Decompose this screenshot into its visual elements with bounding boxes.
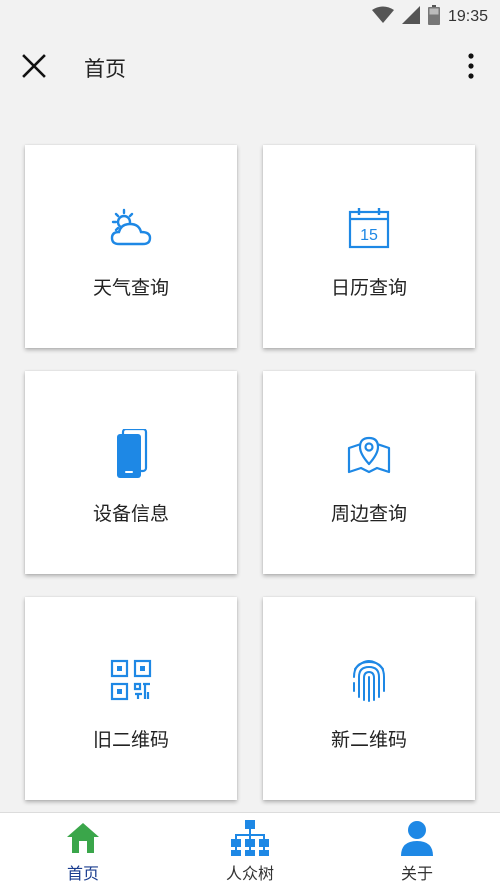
wifi-icon — [371, 6, 394, 28]
close-icon — [22, 54, 46, 82]
close-button[interactable] — [14, 48, 54, 88]
status-time: 19:35 — [447, 8, 488, 25]
card-label: 日历查询 — [330, 277, 407, 299]
more-options-button[interactable] — [458, 48, 484, 88]
user-icon — [334, 819, 500, 857]
card-device-info[interactable]: 设备信息 — [25, 371, 237, 574]
card-label: 周边查询 — [330, 503, 407, 525]
more-vert-icon — [468, 53, 474, 83]
card-nearby[interactable]: 周边查询 — [263, 371, 475, 574]
weather-icon — [25, 203, 237, 253]
card-label: 新二维码 — [330, 729, 407, 751]
calendar-day-text: 15 — [360, 227, 378, 244]
nav-label: 关于 — [400, 864, 433, 883]
bottom-nav: 首页 人众树 关于 — [0, 812, 500, 888]
toolbar: 首页 — [0, 34, 500, 100]
nav-label: 人众树 — [225, 864, 274, 883]
page-title: 首页 — [84, 57, 126, 81]
card-new-qr[interactable]: 新二维码 — [263, 597, 475, 800]
tree-icon — [167, 819, 333, 857]
card-label: 设备信息 — [92, 503, 169, 525]
calendar-icon: 15 — [263, 203, 475, 253]
nav-item-about[interactable]: 关于 — [334, 813, 500, 888]
battery-icon — [427, 5, 440, 29]
signal-icon — [401, 6, 420, 28]
status-icons: 19:35 — [371, 5, 488, 29]
nav-item-home[interactable]: 首页 — [0, 813, 166, 888]
card-label: 天气查询 — [92, 277, 169, 299]
nav-label: 首页 — [66, 864, 99, 883]
card-old-qr[interactable]: 旧二维码 — [25, 597, 237, 800]
phone-icon — [25, 429, 237, 479]
status-bar: 19:35 — [0, 0, 500, 34]
card-label: 旧二维码 — [92, 729, 169, 751]
card-calendar[interactable]: 15 日历查询 — [263, 145, 475, 348]
map-pin-icon — [263, 429, 475, 479]
card-weather[interactable]: 天气查询 — [25, 145, 237, 348]
home-icon — [0, 819, 166, 857]
qr-code-icon — [25, 655, 237, 705]
nav-item-tree[interactable]: 人众树 — [167, 813, 333, 888]
fingerprint-icon — [263, 655, 475, 705]
